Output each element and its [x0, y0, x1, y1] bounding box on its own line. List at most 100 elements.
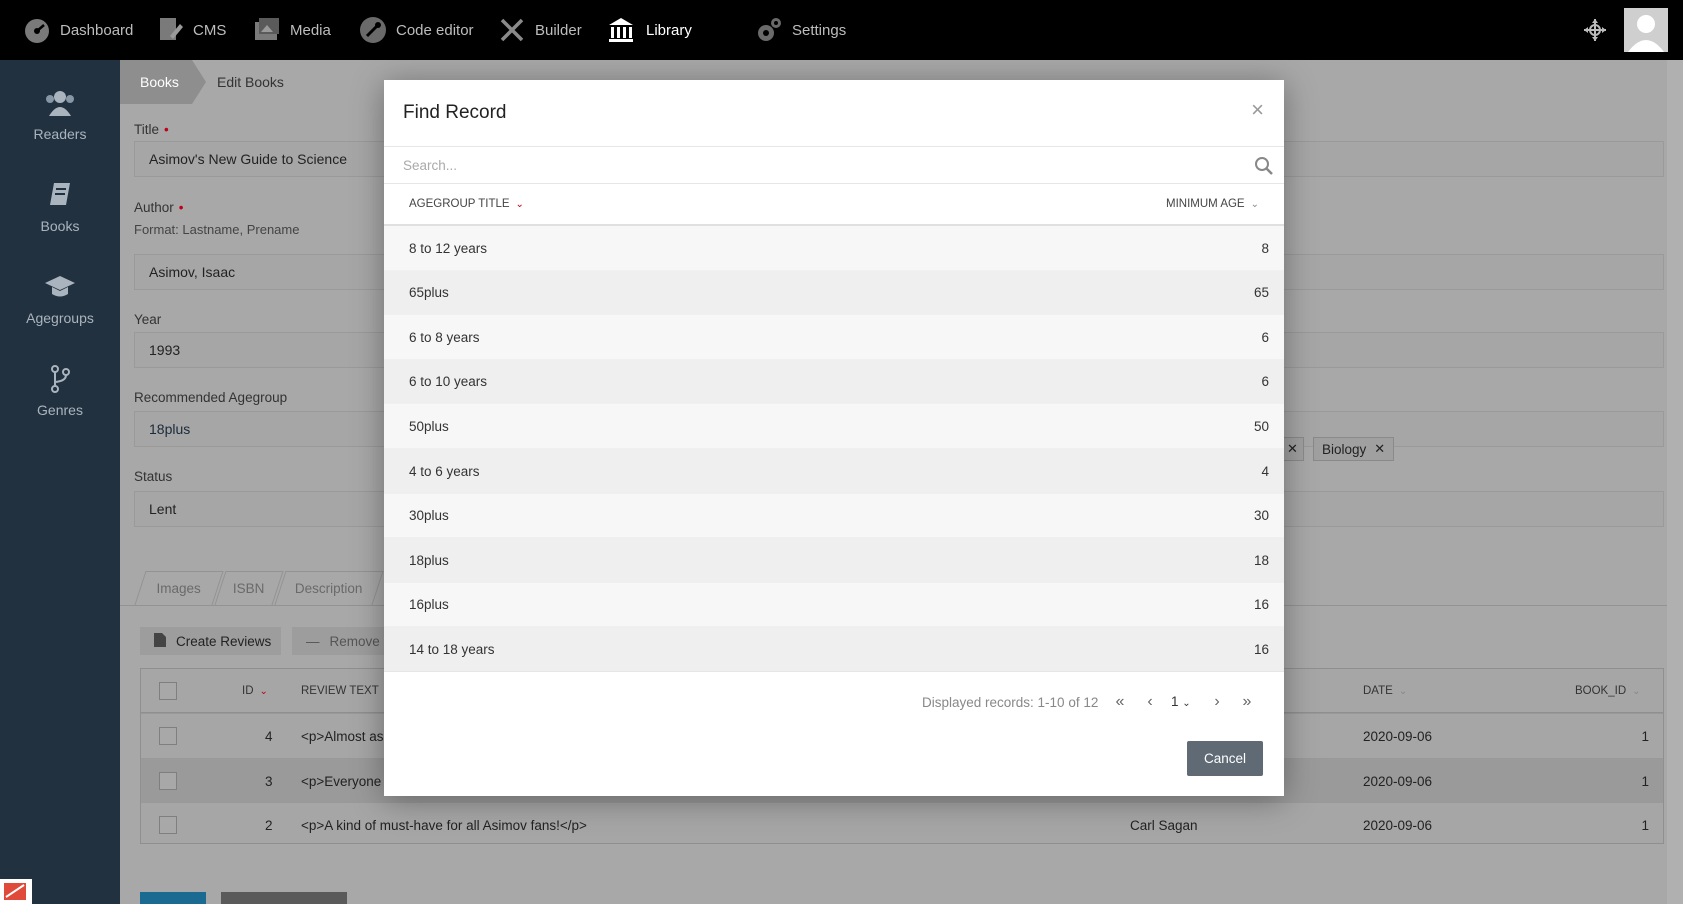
- sidebar-item-label: Books: [40, 218, 80, 234]
- status-value: Lent: [149, 501, 177, 517]
- year-input-value: 1993: [149, 342, 181, 358]
- author-hint: Format: Lastname, Prename: [134, 222, 300, 237]
- author-input-value: Asimov, Isaac: [149, 264, 236, 280]
- nav-media[interactable]: Media: [252, 0, 331, 60]
- genre-tag-remove[interactable]: ✕: [1282, 437, 1304, 461]
- nav-cms-label: CMS: [193, 21, 227, 39]
- nav-builder-label: Builder: [535, 21, 582, 39]
- minimum-age: 8: [1261, 240, 1269, 256]
- nav-cms[interactable]: CMS: [155, 0, 226, 60]
- cell-id: 3: [265, 773, 273, 789]
- agegroup-value: 18plus: [149, 421, 191, 437]
- last-page-icon[interactable]: »: [1237, 692, 1257, 712]
- tab-description[interactable]: Description: [274, 571, 384, 605]
- minus-icon: —: [306, 633, 320, 649]
- save-button[interactable]: [140, 892, 206, 904]
- agegroup-title: 65plus: [409, 285, 449, 301]
- search-input[interactable]: [403, 147, 1223, 183]
- list-item[interactable]: 16plus 16: [384, 582, 1284, 628]
- minimum-age: 4: [1261, 463, 1269, 479]
- select-all-checkbox[interactable]: [159, 669, 177, 713]
- column-header-review-text[interactable]: REVIEW TEXT: [301, 669, 379, 713]
- page-select[interactable]: 1 ⌄: [1171, 694, 1191, 709]
- dashboard-icon: [22, 15, 52, 45]
- column-header-date[interactable]: DATE ⌄: [1363, 669, 1407, 713]
- close-icon[interactable]: ✕: [1374, 441, 1385, 457]
- nav-code-editor[interactable]: Code editor: [358, 0, 474, 60]
- column-header-book-id[interactable]: BOOK_ID ⌄: [1575, 669, 1641, 713]
- agegroup-title: 6 to 10 years: [409, 374, 488, 390]
- sort-icon: ⌄: [1398, 685, 1408, 697]
- gears-icon: [754, 15, 784, 45]
- column-header-id[interactable]: ID ⌄: [242, 669, 268, 713]
- sidebar-item-books[interactable]: Books: [0, 180, 120, 234]
- list-item[interactable]: 30plus 30: [384, 493, 1284, 539]
- search-icon[interactable]: [1254, 156, 1274, 176]
- tools-icon: [497, 15, 527, 45]
- nav-dashboard[interactable]: Dashboard: [22, 0, 133, 60]
- sidebar-item-label: Agegroups: [26, 310, 94, 326]
- row-checkbox[interactable]: [159, 803, 177, 847]
- list-item[interactable]: 6 to 10 years 6: [384, 359, 1284, 405]
- cms-icon: [155, 15, 185, 45]
- move-crosshair-icon[interactable]: [1583, 18, 1607, 42]
- first-page-icon[interactable]: «: [1110, 692, 1130, 712]
- agegroup-title: 6 to 8 years: [409, 329, 480, 345]
- tab-isbn[interactable]: ISBN: [214, 571, 284, 605]
- agegroup-title: 50plus: [409, 418, 449, 434]
- sidebar-item-label: Genres: [37, 402, 83, 418]
- close-icon[interactable]: ×: [1251, 97, 1264, 123]
- breadcrumb-edit-books: Edit Books: [217, 74, 284, 90]
- cell-author: Carl Sagan: [1130, 817, 1198, 833]
- find-record-dialog: Find Record × AGEGROUP TITLE⌄ MINIMUM AG…: [384, 80, 1284, 796]
- page-scrollbar[interactable]: [1667, 60, 1683, 904]
- file-icon: [154, 632, 166, 650]
- required-marker: •: [164, 122, 169, 137]
- list-item[interactable]: 6 to 8 years 6: [384, 315, 1284, 360]
- cancel-button[interactable]: Cancel: [1187, 741, 1263, 776]
- tab-images[interactable]: Images: [134, 571, 224, 605]
- list-item[interactable]: 4 to 6 years 4: [384, 449, 1284, 494]
- row-checkbox[interactable]: [159, 714, 177, 758]
- user-avatar[interactable]: [1624, 8, 1668, 52]
- book-icon: [50, 183, 70, 205]
- list-item[interactable]: 50plus 50: [384, 404, 1284, 449]
- row-checkbox[interactable]: [159, 759, 177, 803]
- sidebar-item-readers[interactable]: Readers: [0, 88, 120, 142]
- list-item[interactable]: 18plus 18: [384, 538, 1284, 583]
- list-item[interactable]: 14 to 18 years 16: [384, 627, 1284, 672]
- column-header-minimum-age[interactable]: MINIMUM AGE ⌄: [1166, 198, 1259, 210]
- nav-library[interactable]: Library: [604, 0, 692, 60]
- agegroup-title: 30plus: [409, 508, 449, 524]
- status-label: Status: [134, 469, 173, 484]
- minimum-age: 18: [1253, 552, 1269, 568]
- cell-review-text: <p>A kind of must-have for all Asimov fa…: [301, 817, 587, 833]
- nav-settings-label: Settings: [792, 21, 847, 39]
- minimum-age: 30: [1253, 508, 1269, 524]
- nav-settings[interactable]: Settings: [754, 0, 846, 60]
- sidebar-item-genres[interactable]: Genres: [0, 364, 120, 418]
- dialog-table-header: AGEGROUP TITLE ⌄ MINIMUM AGE ⌄: [384, 184, 1284, 226]
- list-item[interactable]: 65plus 65: [384, 270, 1284, 316]
- nav-code-editor-label: Code editor: [396, 21, 474, 39]
- cancel-form-button[interactable]: [221, 892, 347, 904]
- title-label: Title •: [134, 122, 169, 137]
- create-reviews-button[interactable]: Create Reviews: [140, 627, 281, 655]
- sidebar: Readers Books Agegroups Genres: [0, 60, 120, 904]
- breadcrumb-books[interactable]: Books: [120, 60, 206, 104]
- graduation-cap-icon: [45, 276, 75, 297]
- cell-review-text: <p>Everyone: [301, 773, 382, 789]
- media-icon: [252, 15, 282, 45]
- prev-page-icon[interactable]: ‹: [1140, 692, 1160, 712]
- next-page-icon[interactable]: ›: [1207, 692, 1227, 712]
- sidebar-item-agegroups[interactable]: Agegroups: [0, 272, 120, 326]
- table-row[interactable]: 2 <p>A kind of must-have for all Asimov …: [141, 802, 1663, 846]
- chevron-down-icon: ⌄: [1182, 698, 1191, 709]
- minimum-age: 16: [1253, 597, 1269, 613]
- branch-icon: [51, 365, 70, 393]
- list-item[interactable]: 8 to 12 years 8: [384, 226, 1284, 271]
- remove-button[interactable]: — Remove: [292, 627, 384, 655]
- app-logo: [0, 879, 32, 904]
- column-header-agegroup-title[interactable]: AGEGROUP TITLE ⌄: [409, 198, 524, 210]
- nav-builder[interactable]: Builder: [497, 0, 582, 60]
